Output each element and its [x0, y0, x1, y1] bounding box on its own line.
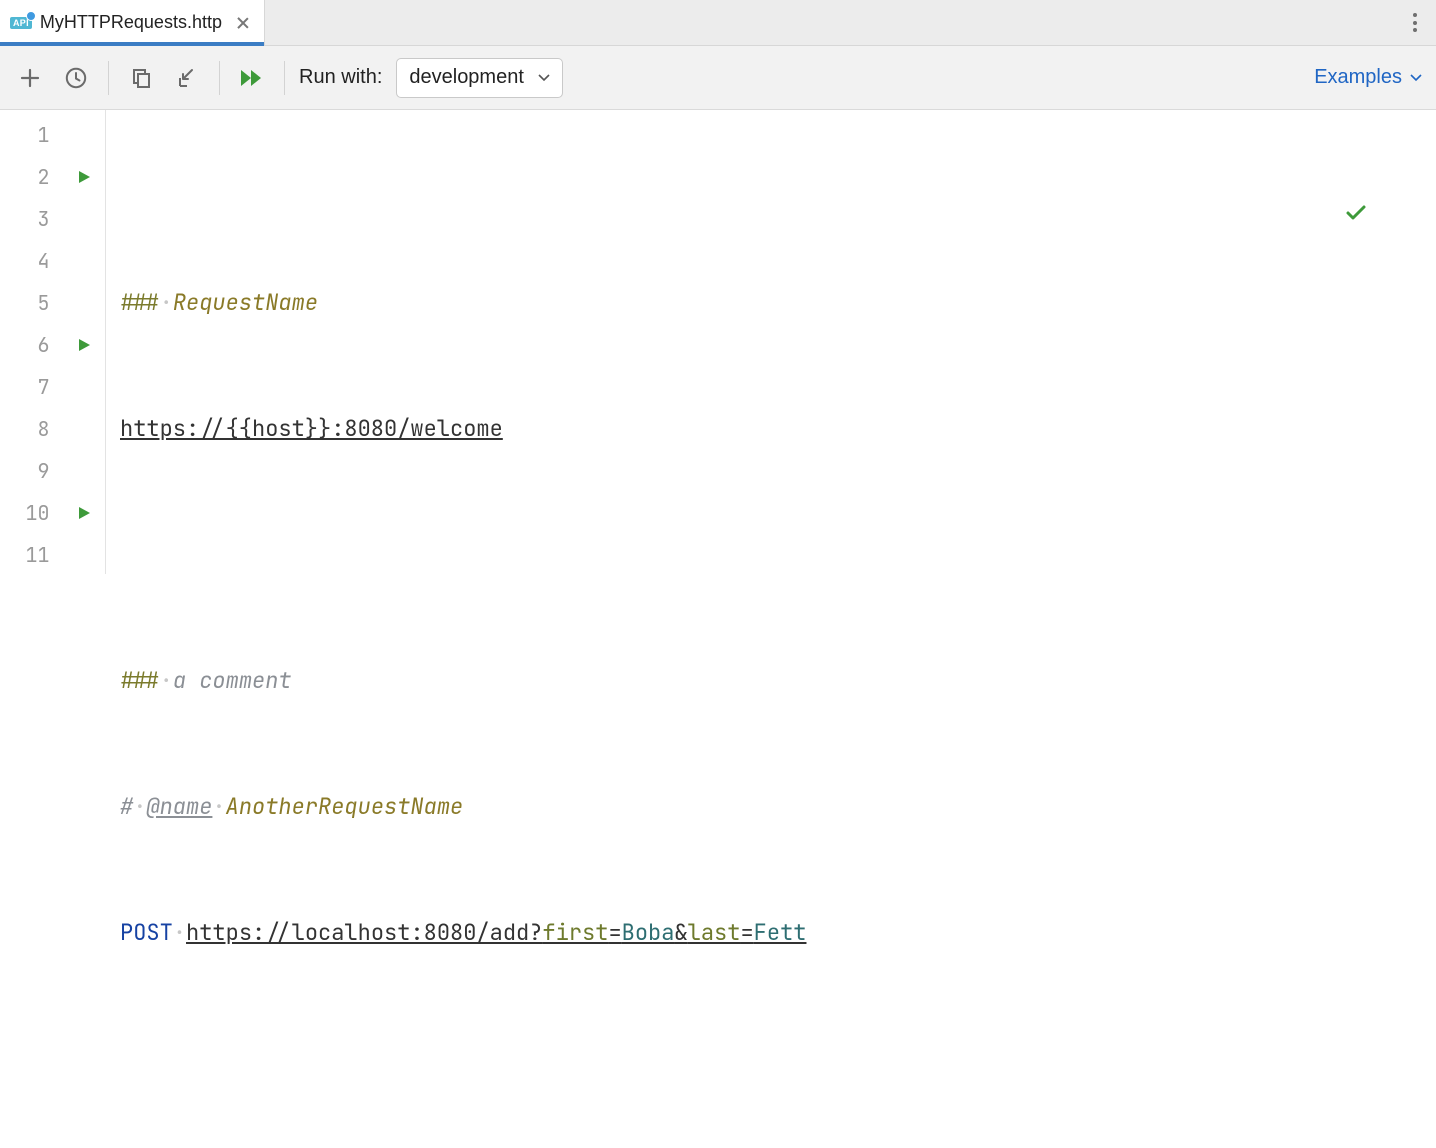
- code-line: ###·RequestName: [120, 282, 1428, 324]
- toolbar-separator: [108, 61, 109, 95]
- code-line: ###·a comment: [120, 660, 1428, 702]
- run-all-button[interactable]: [236, 62, 268, 94]
- line-number: 5: [0, 290, 63, 316]
- import-button[interactable]: [171, 62, 203, 94]
- inspection-ok-icon[interactable]: [1345, 118, 1424, 308]
- code-area[interactable]: ###·RequestName https://{{host}}:8080/we…: [106, 110, 1436, 574]
- code-line: [120, 1038, 1428, 1080]
- code-line: https://{{host}}:8080/welcome: [120, 408, 1428, 450]
- line-number: 11: [0, 542, 63, 568]
- code-line: [120, 534, 1428, 576]
- add-button[interactable]: [14, 62, 46, 94]
- api-icon: API: [10, 17, 32, 29]
- toolbar-separator: [284, 61, 285, 95]
- line-number: 10: [0, 500, 63, 526]
- line-number: 6: [0, 332, 63, 358]
- line-number: 3: [0, 206, 63, 232]
- line-number: 1: [0, 122, 63, 148]
- chevron-down-icon: [1410, 74, 1422, 82]
- history-button[interactable]: [60, 62, 92, 94]
- environment-select[interactable]: development: [396, 58, 563, 98]
- file-tab-bar: API MyHTTPRequests.http: [0, 0, 1436, 46]
- more-icon[interactable]: [1406, 10, 1424, 36]
- code-line: #·@name·AnotherRequestName: [120, 786, 1428, 828]
- chevron-down-icon: [538, 74, 550, 82]
- gutter: 1 2 3 4 5 6 7 8 9 10 11: [0, 110, 106, 574]
- examples-link[interactable]: Examples: [1314, 66, 1402, 89]
- copy-button[interactable]: [125, 62, 157, 94]
- line-number: 4: [0, 248, 63, 274]
- line-number: 9: [0, 458, 63, 484]
- run-with-label: Run with:: [299, 66, 382, 89]
- file-tab-title: MyHTTPRequests.http: [40, 12, 222, 33]
- toolbar-separator: [219, 61, 220, 95]
- line-number: 7: [0, 374, 63, 400]
- run-line-icon[interactable]: [63, 169, 105, 185]
- code-line: POST·https://localhost:8080/add?first=Bo…: [120, 912, 1428, 954]
- file-tab[interactable]: API MyHTTPRequests.http: [0, 0, 265, 45]
- close-icon[interactable]: [236, 16, 250, 30]
- run-line-icon[interactable]: [63, 337, 105, 353]
- line-number: 8: [0, 416, 63, 442]
- run-line-icon[interactable]: [63, 505, 105, 521]
- line-number: 2: [0, 164, 63, 190]
- editor: 1 2 3 4 5 6 7 8 9 10 11 ###·RequestName …: [0, 110, 1436, 574]
- editor-toolbar: Run with: development Examples: [0, 46, 1436, 110]
- environment-value: development: [409, 66, 524, 89]
